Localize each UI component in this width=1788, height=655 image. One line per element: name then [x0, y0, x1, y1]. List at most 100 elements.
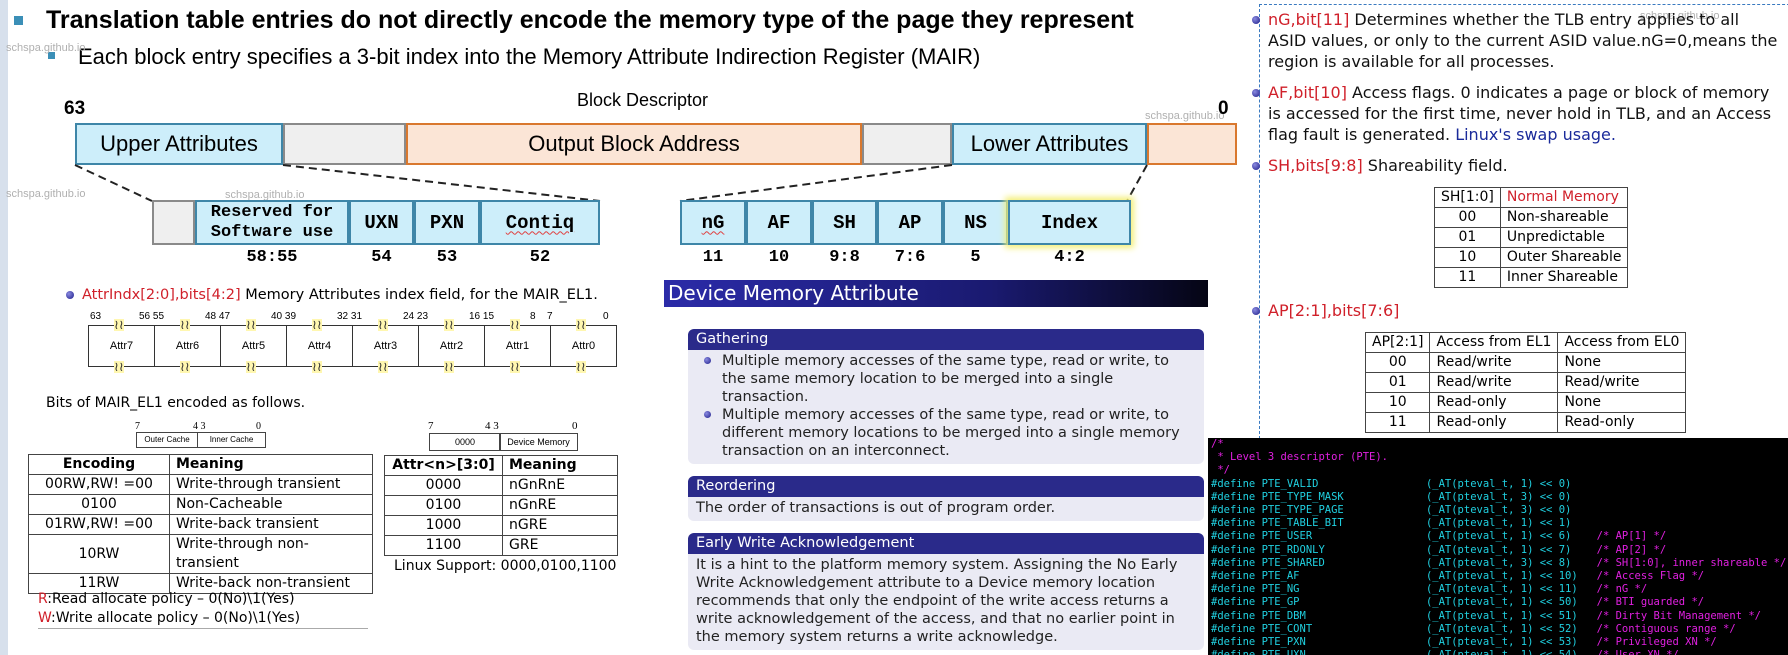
field-af: AF — [746, 200, 812, 245]
note-af: AF,bit[10] Access flags. 0 indicates a p… — [1252, 82, 1778, 145]
break-mark-icon: ≀≀ — [510, 317, 520, 332]
cell: Read/write — [1429, 352, 1559, 373]
define-comment: /* AP[1] */ — [1596, 530, 1667, 543]
device-bit-hi: 7 — [428, 420, 434, 432]
field-index: Index — [1008, 200, 1131, 245]
code-snippet: /* * Level 3 descriptor (PTE). */ #defin… — [1208, 438, 1788, 655]
define-name: #define PTE_TYPE_MASK — [1211, 490, 1426, 503]
code-comment: /* — [1211, 438, 1224, 450]
code-define-line: #define PTE_TYPE_PAGE (_AT(pteval_t, 3) … — [1211, 504, 1788, 517]
define-name: #define PTE_AF — [1211, 570, 1426, 583]
attrindx-desc: Memory Attributes index field, for the M… — [240, 287, 598, 303]
bullet-icon — [1252, 16, 1260, 24]
ap-table: AP[2:1] Access from EL1 Access from EL0 00… — [1364, 332, 1687, 433]
cell: 00 — [1364, 352, 1431, 373]
table-row: 10 Outer Shareable — [1434, 247, 1629, 268]
cell: 10 — [1364, 392, 1431, 413]
column-header: Normal Memory — [1499, 187, 1629, 208]
define-comment: /* BTI guarded */ — [1596, 596, 1705, 609]
cell: None — [1557, 392, 1687, 413]
code-comment: */ — [1211, 464, 1230, 477]
cell: 1000 — [384, 515, 503, 536]
cell: Non-shareable — [1499, 207, 1629, 228]
cell: 11 — [1434, 267, 1501, 288]
define-name: #define PTE_USER — [1211, 530, 1426, 543]
field-ng: nG — [680, 200, 746, 245]
allocate-policy-legend: R:Read allocate policy – 0(No)\1(Yes) W:… — [38, 590, 368, 629]
cell: 01RW,RW! =00 — [28, 514, 170, 535]
column-header: SH[1:0] — [1434, 187, 1501, 208]
table-row: 0100 Non-Cacheable — [28, 494, 373, 515]
code-define-line: #define PTE_VALID (_AT(pteval_t, 1) << 0… — [1211, 478, 1788, 491]
cell: Read-only — [1429, 412, 1559, 433]
cache-bit-hi: 7 — [135, 421, 140, 432]
block-reordering: Reordering The order of transactions is … — [688, 476, 1204, 521]
code-define-line: #define PTE_DBM (_AT(pteval_t, 1) << 51)… — [1211, 610, 1788, 623]
note-key: SH,bits[9:8] — [1268, 156, 1363, 175]
define-comment: /* nG */ — [1596, 583, 1648, 596]
define-value: (_AT(pteval_t, 1) << 6) — [1425, 530, 1597, 543]
legend-read: R:Read allocate policy – 0(No)\1(Yes) — [38, 590, 368, 609]
code-comment: * Level 3 descriptor (PTE). — [1211, 451, 1389, 464]
bits-label: 58:55 — [246, 248, 298, 267]
note-ng: nG,bit[11] Determines whether the TLB en… — [1252, 9, 1778, 72]
define-comment: /* Dirty Bit Management */ — [1596, 609, 1761, 622]
table-row: 0000 nGnRnE — [384, 475, 618, 496]
break-mark-icon: ≀≀ — [444, 359, 454, 374]
code-define-line: #define PTE_SHARED (_AT(pteval_t, 3) << … — [1211, 557, 1788, 570]
bullet-icon — [1252, 89, 1260, 97]
code-define-line: #define PTE_TYPE_MASK (_AT(pteval_t, 3) … — [1211, 491, 1788, 504]
field-contig: Contiq — [480, 200, 600, 245]
define-comment: /* Access Flag */ — [1596, 570, 1705, 583]
cell: Non-Cacheable — [169, 494, 373, 515]
attrindx-line: AttrIndx[2:0],bits[4:2] Memory Attribute… — [66, 287, 598, 303]
list-item: Multiple memory accesses of the same typ… — [704, 352, 1196, 406]
cell: 0100 — [384, 495, 503, 516]
define-comment: /* SH[1:0], inner shareable */ — [1596, 556, 1787, 569]
linux-support-text: Linux Support: 0000,0100,1100 — [394, 558, 617, 574]
column-header: Encoding — [28, 454, 170, 475]
cell: Write-through non-transient — [169, 534, 373, 574]
block-heading: Gathering — [688, 329, 1204, 350]
break-mark-icon: ≀≀ — [378, 317, 388, 332]
define-name: #define PTE_CONT — [1211, 622, 1426, 635]
cell: nGRE — [502, 515, 618, 536]
cell: 10 — [1434, 247, 1501, 268]
outer-cache-box: Outer Cache — [136, 432, 198, 448]
legend-key: R — [38, 591, 48, 607]
note-ap: AP[2:1],bits[7:6] — [1252, 300, 1400, 321]
table-row: 1000 nGRE — [384, 515, 618, 536]
device-bit-lo: 0 — [572, 420, 578, 432]
define-name: #define PTE_TABLE_BIT — [1211, 517, 1426, 530]
table-row: 10RW Write-through non-transient — [28, 534, 373, 574]
legend-text: :Read allocate policy – 0(No)\1(Yes) — [47, 591, 295, 607]
cell: Unpredictable — [1499, 227, 1629, 248]
table-row: 1100 GRE — [384, 535, 618, 556]
device-bit-mid: 4 3 — [485, 420, 499, 432]
define-name: #define PTE_SHARED — [1211, 556, 1426, 569]
break-mark-icon: ≀≀ — [180, 359, 190, 374]
bullet-icon — [1252, 307, 1260, 315]
define-value: (_AT(pteval_t, 3) << 0) — [1425, 504, 1597, 517]
cell: Read-only — [1429, 392, 1559, 413]
code-define-line: #define PTE_UXN (_AT(pteval_t, 1) << 54)… — [1211, 649, 1788, 655]
inner-cache-box: Inner Cache — [197, 432, 266, 448]
swap-usage-link[interactable]: Linux's swap usage. — [1455, 125, 1616, 144]
bits-label: 53 — [436, 248, 458, 267]
cell: 01 — [1364, 372, 1431, 393]
cell: Read/write — [1557, 372, 1687, 393]
bullet-icon — [1252, 162, 1260, 170]
break-mark-icon: ≀≀ — [510, 359, 520, 374]
code-define-line: #define PTE_CONT (_AT(pteval_t, 1) << 52… — [1211, 623, 1788, 636]
define-value: (_AT(pteval_t, 3) << 0) — [1425, 490, 1597, 503]
column-header: Access from EL0 — [1557, 332, 1687, 353]
bits-label: 9:8 — [829, 248, 860, 267]
field-pxn: PXN — [414, 200, 480, 245]
cell: 11 — [1364, 412, 1431, 433]
define-value: (_AT(pteval_t, 1) << 10) — [1425, 570, 1597, 583]
define-name: #define PTE_TYPE_PAGE — [1211, 504, 1426, 517]
bits-label: 4:2 — [1054, 248, 1085, 267]
define-value: (_AT(pteval_t, 3) << 8) — [1425, 556, 1597, 569]
table-row: 10 Read-only None — [1364, 392, 1687, 413]
note-key: AP[2:1],bits[7:6] — [1268, 301, 1400, 320]
